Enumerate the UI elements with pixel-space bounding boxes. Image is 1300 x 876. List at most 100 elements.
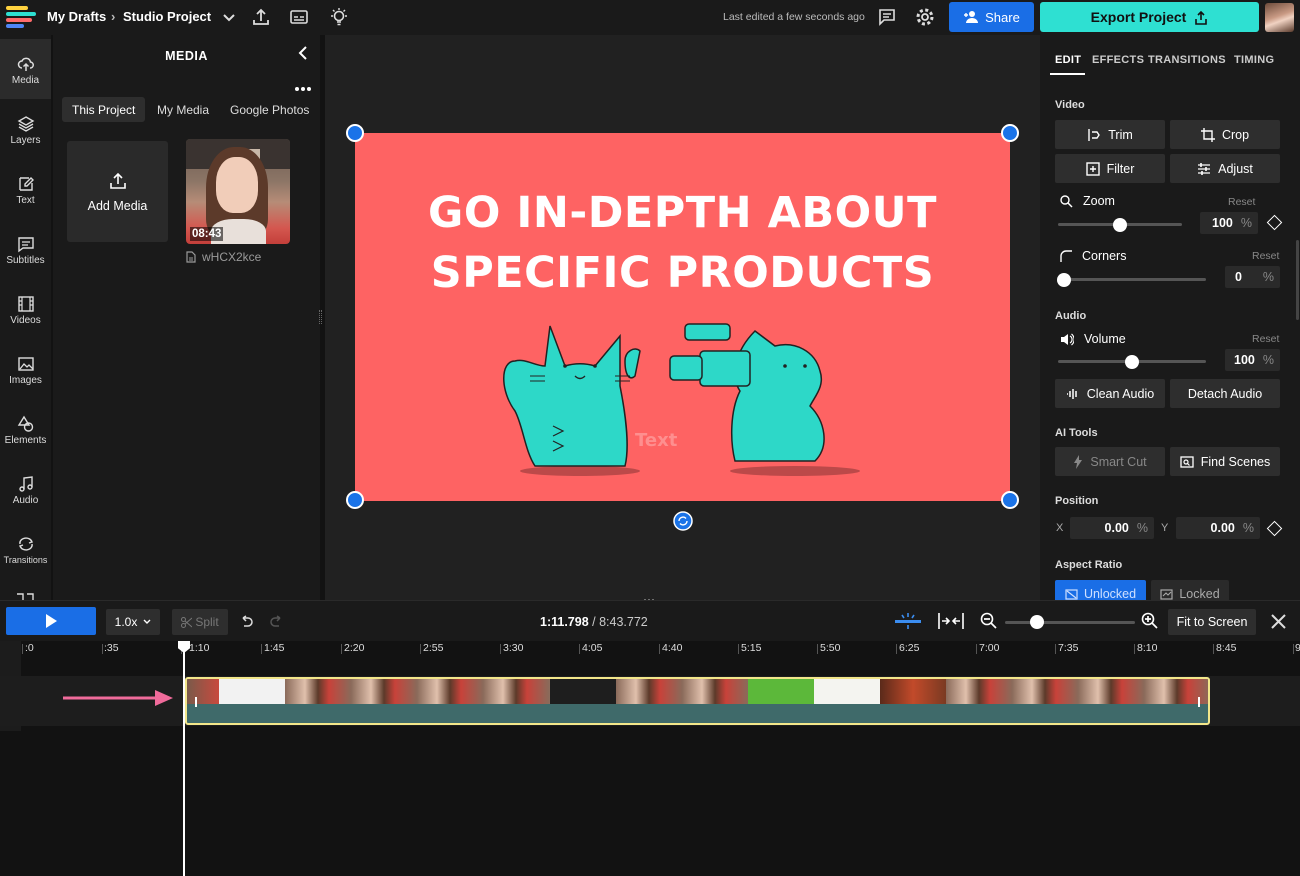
- left-nav: Media Layers Text Subtitles Videos Image…: [0, 35, 51, 600]
- section-audio: Audio: [1055, 310, 1087, 322]
- clip-frame: [219, 679, 285, 704]
- media-thumbnail[interactable]: 08:43: [186, 139, 290, 244]
- zoom-reset-link[interactable]: Reset: [1228, 196, 1255, 208]
- timeline-zoom-track[interactable]: [1005, 621, 1135, 624]
- clean-audio-label: Clean Audio: [1086, 386, 1155, 401]
- filter-icon: [1085, 161, 1100, 176]
- upload-icon[interactable]: [250, 6, 272, 28]
- play-button[interactable]: [6, 607, 96, 635]
- panel-scrollbar[interactable]: [1296, 240, 1299, 320]
- clean-audio-button[interactable]: Clean Audio: [1055, 379, 1165, 408]
- nav-item-videos[interactable]: Videos: [0, 279, 51, 339]
- trim-label: Trim: [1108, 127, 1133, 142]
- detach-audio-label: Detach Audio: [1187, 386, 1263, 401]
- media-panel: MEDIA This Project My Media Google Photo…: [53, 35, 320, 600]
- resize-handle-top-left[interactable]: [346, 124, 364, 142]
- panel-resize-handle[interactable]: [319, 310, 322, 324]
- volume-slider-knob[interactable]: [1125, 355, 1139, 369]
- filter-button[interactable]: Filter: [1055, 154, 1165, 183]
- canvas-overlay-text[interactable]: Text: [635, 430, 678, 451]
- breadcrumb-root[interactable]: My Drafts: [47, 9, 106, 24]
- clip-trim-handle-right[interactable]: [1198, 697, 1200, 707]
- corners-slider-knob[interactable]: [1057, 273, 1071, 287]
- nav-item-layers[interactable]: Layers: [0, 99, 51, 159]
- tab-google-photos[interactable]: Google Photos: [220, 97, 319, 122]
- snap-icon[interactable]: [894, 611, 922, 631]
- tab-my-media[interactable]: My Media: [147, 97, 219, 122]
- split-button[interactable]: Split: [172, 609, 228, 635]
- volume-value-input[interactable]: 100 %: [1225, 349, 1280, 371]
- close-icon[interactable]: [1270, 613, 1287, 630]
- ruler-tickline: [1293, 644, 1294, 654]
- ruler-tickline: [261, 644, 262, 654]
- tab-edit[interactable]: EDIT: [1055, 54, 1081, 66]
- nav-item-audio[interactable]: Audio: [0, 459, 51, 519]
- nav-item-text[interactable]: Text: [0, 159, 51, 219]
- redo-icon[interactable]: [270, 615, 284, 628]
- speed-dropdown[interactable]: 1.0x: [106, 609, 160, 635]
- collapse-panel-icon[interactable]: [296, 45, 312, 61]
- ruler-tickline: [817, 644, 818, 654]
- position-y-input[interactable]: 0.00 %: [1176, 517, 1260, 539]
- zoom-in-icon[interactable]: [1141, 612, 1159, 630]
- video-clip[interactable]: [185, 677, 1210, 725]
- aspect-unlocked-label: Unlocked: [1083, 587, 1137, 601]
- position-x-input[interactable]: 0.00 %: [1070, 517, 1154, 539]
- adjust-button[interactable]: Adjust: [1170, 154, 1280, 183]
- comment-icon[interactable]: [876, 6, 898, 28]
- subtitles-icon[interactable]: [288, 6, 310, 28]
- tab-this-project[interactable]: This Project: [62, 97, 146, 122]
- video-canvas[interactable]: GO IN-DEPTH ABOUT SPECIFIC PRODUCTS Text: [355, 133, 1010, 501]
- media-panel-title: MEDIA: [165, 49, 208, 63]
- corners-reset-link[interactable]: Reset: [1252, 250, 1279, 262]
- volume-reset-link[interactable]: Reset: [1252, 333, 1279, 345]
- rotate-handle-icon[interactable]: [673, 511, 693, 531]
- zoom-out-icon[interactable]: [980, 612, 998, 630]
- nav-item-images[interactable]: Images: [0, 339, 51, 399]
- tab-effects[interactable]: EFFECTS: [1092, 54, 1144, 66]
- fit-to-screen-button[interactable]: Fit to Screen: [1168, 609, 1256, 635]
- position-keyframe-icon[interactable]: [1266, 520, 1283, 537]
- trim-button[interactable]: Trim: [1055, 120, 1165, 149]
- smart-cut-button[interactable]: Smart Cut: [1055, 447, 1165, 476]
- media-duration: 08:43: [190, 227, 224, 241]
- corners-slider-track[interactable]: [1058, 278, 1206, 281]
- resize-handle-bottom-left[interactable]: [346, 491, 364, 509]
- section-video: Video: [1055, 99, 1085, 111]
- nav-item-media[interactable]: Media: [0, 39, 51, 99]
- nav-item-transitions[interactable]: Transitions: [0, 519, 51, 579]
- app-logo-icon[interactable]: [6, 6, 36, 28]
- corners-value-input[interactable]: 0 %: [1225, 266, 1280, 288]
- project-title[interactable]: Studio Project: [123, 9, 211, 24]
- tab-timing[interactable]: TIMING: [1234, 54, 1274, 66]
- tab-transitions[interactable]: TRANSITIONS: [1148, 54, 1226, 66]
- find-scenes-button[interactable]: Find Scenes: [1170, 447, 1280, 476]
- timeline-ruler[interactable]: :0 :35 1:10 1:45 2:20 2:55 3:30 4:05 4:4…: [0, 641, 1300, 661]
- fit-timeline-icon[interactable]: [937, 612, 965, 630]
- thumbnail-face: [216, 157, 258, 213]
- more-options-icon[interactable]: [294, 85, 312, 93]
- resize-handle-top-right[interactable]: [1001, 124, 1019, 142]
- resize-handle-bottom-right[interactable]: [1001, 491, 1019, 509]
- nav-item-subtitles[interactable]: Subtitles: [0, 219, 51, 279]
- canvas-headline[interactable]: GO IN-DEPTH ABOUT SPECIFIC PRODUCTS: [355, 183, 1010, 303]
- chevron-down-icon[interactable]: [218, 6, 240, 28]
- playhead[interactable]: [183, 641, 185, 876]
- more-tools-icon[interactable]: [16, 593, 34, 600]
- zoom-value-input[interactable]: 100 %: [1200, 212, 1258, 234]
- undo-icon[interactable]: [239, 615, 253, 628]
- avatar[interactable]: [1265, 3, 1294, 32]
- gear-icon[interactable]: [914, 6, 936, 28]
- zoom-icon: [1060, 194, 1073, 208]
- share-button[interactable]: Share: [949, 2, 1034, 32]
- nav-item-elements[interactable]: Elements: [0, 399, 51, 459]
- zoom-slider-knob[interactable]: [1113, 218, 1127, 232]
- add-media-button[interactable]: Add Media: [67, 141, 168, 242]
- crop-button[interactable]: Crop: [1170, 120, 1280, 149]
- zoom-keyframe-icon[interactable]: [1266, 214, 1283, 231]
- clip-trim-handle-left[interactable]: [195, 697, 197, 707]
- detach-audio-button[interactable]: Detach Audio: [1170, 379, 1280, 408]
- timeline-zoom-knob[interactable]: [1030, 615, 1044, 629]
- lightbulb-icon[interactable]: [328, 6, 350, 28]
- export-project-button[interactable]: Export Project: [1040, 2, 1259, 32]
